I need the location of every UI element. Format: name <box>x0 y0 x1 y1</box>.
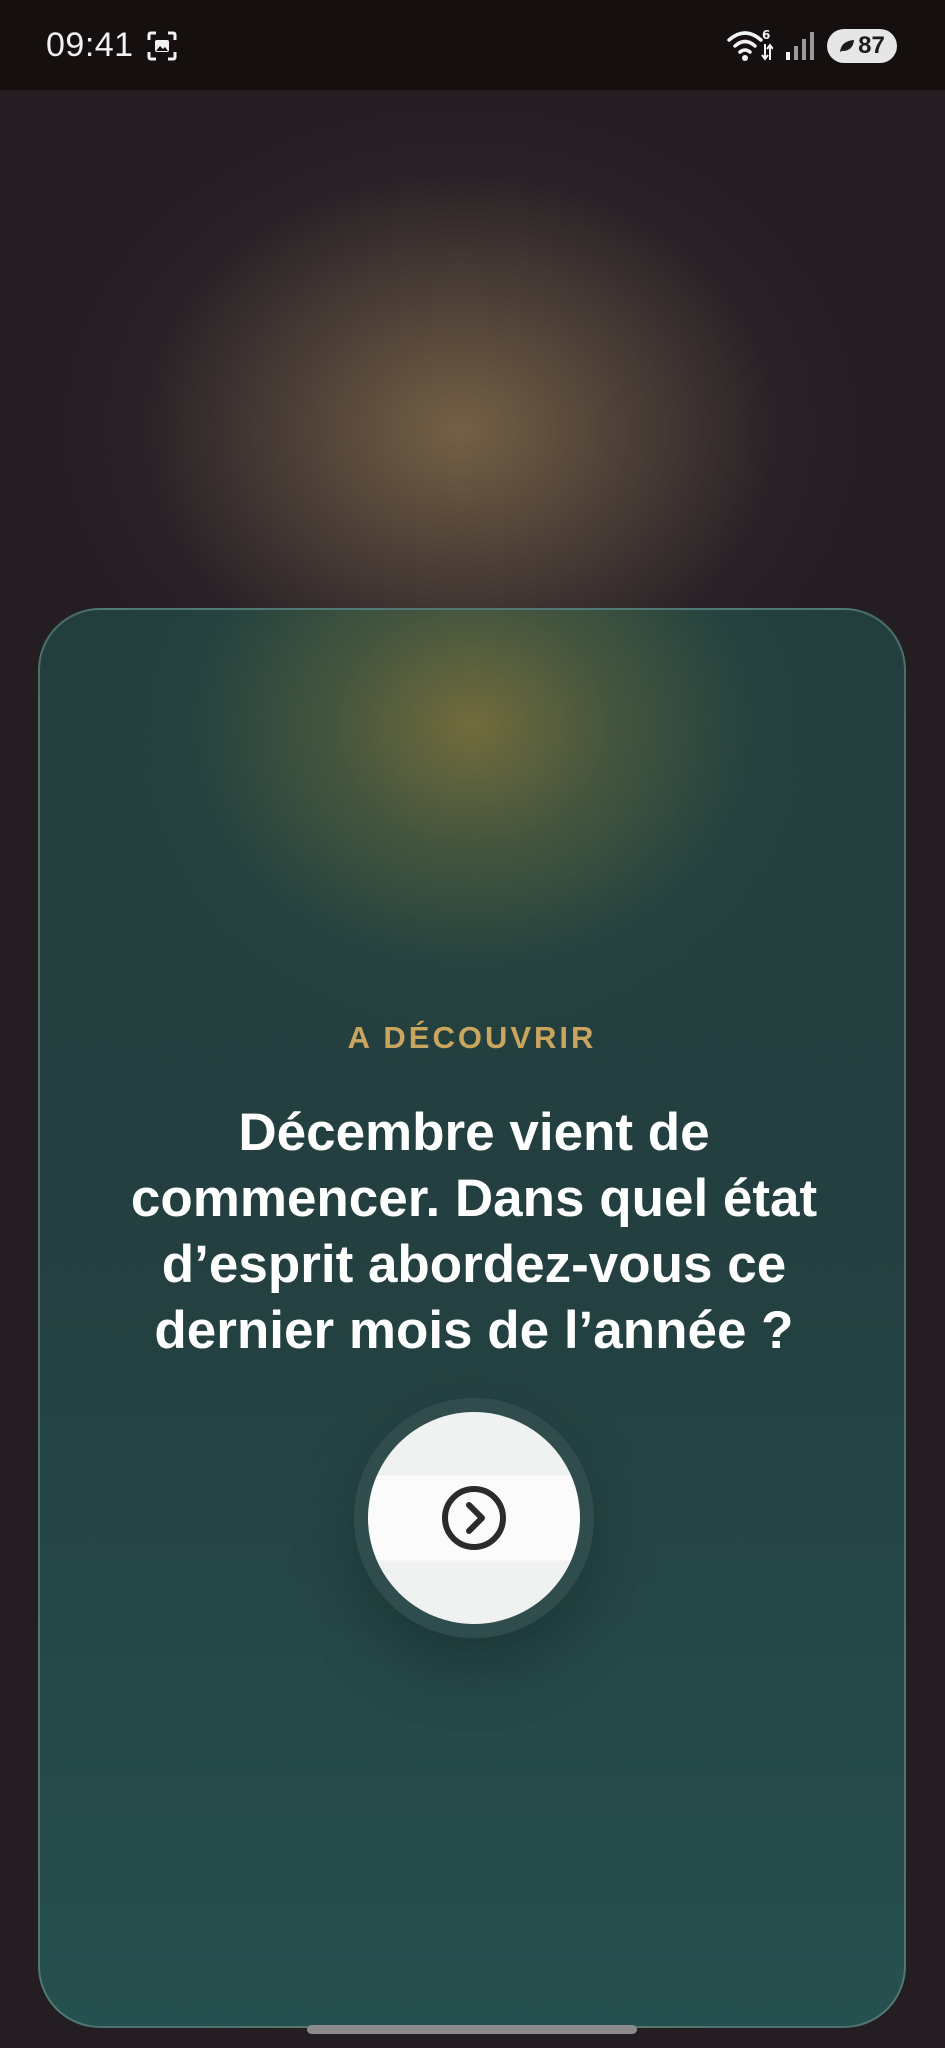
wifi-badge: 6 <box>762 28 770 42</box>
wifi-icon: 6 <box>727 28 773 61</box>
home-indicator[interactable] <box>307 2025 637 2034</box>
card-eyebrow: A DÉCOUVRIR <box>347 1020 597 1055</box>
battery-leaf-icon <box>840 40 855 52</box>
signal-icon <box>786 32 814 60</box>
screen: 09:41 6 87 A DÉCOUVRIR Décembre vient de… <box>0 0 945 2048</box>
screenshot-icon <box>147 31 177 61</box>
next-button[interactable] <box>368 1412 580 1624</box>
battery-indicator: 87 <box>827 29 897 63</box>
status-time: 09:41 <box>46 26 134 64</box>
chevron-right-circle-icon <box>442 1486 506 1550</box>
status-bar: 09:41 6 87 <box>0 0 945 90</box>
status-icons: 6 87 <box>727 28 897 64</box>
next-button-ring <box>354 1398 594 1638</box>
card-question: Décembre vient de commencer. Dans quel é… <box>130 1103 818 1360</box>
battery-level: 87 <box>858 32 885 59</box>
discover-card: A DÉCOUVRIR Décembre vient de commencer.… <box>38 608 906 2028</box>
